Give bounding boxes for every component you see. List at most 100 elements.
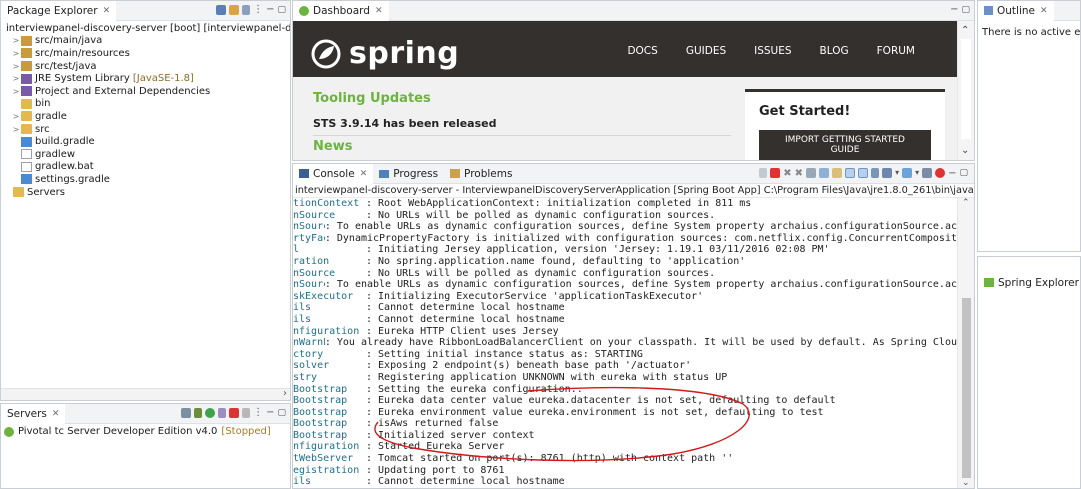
chevron-right-icon[interactable]: > bbox=[11, 49, 21, 58]
chevron-right-icon[interactable]: > bbox=[11, 74, 21, 83]
tree-item-label: src bbox=[35, 123, 50, 135]
tree-item[interactable]: > gradle bbox=[1, 110, 290, 123]
dashboard-vertical-scrollbar[interactable]: ⌃ ⌄ bbox=[957, 21, 974, 160]
tab-dashboard[interactable]: Dashboard ✕ bbox=[293, 1, 389, 21]
dashboard-tabbar: Dashboard ✕ − ▢ bbox=[293, 1, 974, 21]
chevron-right-icon[interactable]: > bbox=[11, 87, 21, 96]
start-server-icon[interactable] bbox=[205, 407, 216, 418]
view-menu-icon[interactable]: ⋮ bbox=[253, 407, 263, 418]
source-folder-icon bbox=[21, 61, 32, 72]
close-icon[interactable]: ✕ bbox=[375, 6, 383, 16]
chevron-right-icon[interactable]: > bbox=[11, 36, 21, 45]
maximize-icon[interactable]: ▢ bbox=[277, 408, 286, 418]
collapse-all-icon[interactable] bbox=[216, 4, 227, 15]
view-menu-icon[interactable]: ⋮ bbox=[253, 4, 263, 15]
gradle-file-icon bbox=[21, 136, 32, 147]
import-guide-button[interactable]: IMPORT GETTING STARTED GUIDE bbox=[759, 130, 931, 160]
servers-folder-icon bbox=[13, 187, 24, 198]
red-annotation-ellipse bbox=[374, 386, 750, 462]
tc-server-icon bbox=[4, 426, 14, 437]
get-started-heading: Get Started! bbox=[759, 104, 851, 119]
console-panel: Console ✕ Progress Problems ✖ ✖ ▾ ▾ − ▢ … bbox=[292, 163, 975, 489]
profile-server-icon[interactable] bbox=[218, 407, 227, 418]
tab-spring-explorer-label: Spring Explorer bbox=[998, 276, 1079, 289]
tab-spring-explorer[interactable]: Spring Explorer ✕ bbox=[978, 272, 1080, 293]
tree-item[interactable]: > src bbox=[1, 123, 290, 136]
horizontal-scrollbar[interactable]: › bbox=[1, 388, 290, 400]
tree-item[interactable]: build.gradle bbox=[1, 135, 290, 148]
chevron-right-icon[interactable]: > bbox=[11, 62, 21, 71]
spring-leaf-icon bbox=[299, 5, 309, 16]
maximize-icon[interactable]: ▢ bbox=[277, 5, 286, 15]
scroll-down-arrow-icon[interactable]: ⌄ bbox=[961, 145, 969, 156]
publish-icon[interactable] bbox=[242, 407, 251, 418]
minimize-icon[interactable]: − bbox=[266, 407, 274, 418]
maximize-icon[interactable]: ▢ bbox=[961, 5, 970, 15]
server-status: [Stopped] bbox=[221, 426, 271, 437]
tree-item-decoration: [JavaSE-1.8] bbox=[132, 73, 194, 85]
tree-item[interactable]: gradlew bbox=[1, 148, 290, 161]
tree-item-label: JRE System Library bbox=[35, 73, 130, 85]
tree-item-label: src/test/java bbox=[35, 60, 97, 72]
tree-item[interactable]: > src/test/java bbox=[1, 60, 290, 73]
focus-icon[interactable] bbox=[242, 4, 251, 15]
news-heading: News bbox=[313, 139, 353, 154]
gradle-file-icon bbox=[21, 174, 32, 185]
dashboard-body: Tooling Updates STS 3.9.14 has been rele… bbox=[293, 77, 957, 160]
tab-package-explorer[interactable]: Package Explorer ✕ bbox=[1, 1, 117, 21]
tab-servers[interactable]: Servers ✕ bbox=[1, 404, 66, 424]
spring-header: spring DOCS GUIDES ISSUES BLOG FORUM bbox=[293, 21, 957, 77]
tree-item-label: src/main/java bbox=[35, 35, 103, 47]
debug-server-icon[interactable] bbox=[194, 407, 203, 418]
spring-explorer-panel: Spring Explorer ✕ bbox=[977, 256, 1081, 489]
nav-blog[interactable]: BLOG bbox=[820, 45, 849, 57]
tree-item[interactable]: gradlew.bat bbox=[1, 161, 290, 174]
tree-item-label: src/main/resources bbox=[35, 47, 130, 59]
link-with-editor-icon[interactable] bbox=[229, 4, 240, 15]
tree-item[interactable]: bin bbox=[1, 98, 290, 111]
new-server-icon[interactable] bbox=[181, 407, 192, 418]
tree-item[interactable]: > src/main/java bbox=[1, 35, 290, 48]
nav-issues[interactable]: ISSUES bbox=[754, 45, 791, 57]
tree-item[interactable]: Servers bbox=[1, 186, 290, 199]
nav-forum[interactable]: FORUM bbox=[877, 45, 915, 57]
scroll-up-arrow-icon[interactable]: ⌃ bbox=[961, 25, 969, 36]
tree-item-label: bin bbox=[35, 98, 51, 110]
file-icon bbox=[21, 149, 32, 160]
nav-guides[interactable]: GUIDES bbox=[686, 45, 726, 57]
file-icon bbox=[21, 161, 32, 172]
scroll-thumb[interactable] bbox=[961, 39, 971, 139]
spring-nav: DOCS GUIDES ISSUES BLOG FORUM bbox=[627, 45, 915, 57]
scroll-right-arrow-icon[interactable]: › bbox=[283, 388, 287, 399]
outline-panel: Outline ✕ There is no active edito bbox=[977, 0, 1081, 252]
tree-item[interactable]: interviewpanel-discovery-server [boot] [… bbox=[1, 22, 290, 35]
tree-item[interactable]: > src/main/resources bbox=[1, 47, 290, 60]
tree-item-label: gradlew bbox=[35, 148, 76, 160]
close-icon[interactable]: ✕ bbox=[52, 409, 60, 419]
tree-item[interactable]: > JRE System Library [JavaSE-1.8] bbox=[1, 72, 290, 85]
stop-server-icon[interactable] bbox=[229, 407, 240, 418]
tree-item[interactable]: > Project and External Dependencies bbox=[1, 85, 290, 98]
tree-item-label: gradle bbox=[35, 110, 67, 122]
tree-item-label: interviewpanel-discovery-server [boot] [… bbox=[6, 22, 291, 34]
tree-item[interactable]: settings.gradle bbox=[1, 173, 290, 186]
tree-item-label: Project and External Dependencies bbox=[35, 85, 211, 97]
server-list-item[interactable]: Pivotal tc Server Developer Edition v4.0… bbox=[4, 426, 271, 437]
get-started-box: Get Started! IMPORT GETTING STARTED GUID… bbox=[745, 89, 945, 160]
import-guide-button-label: IMPORT GETTING STARTED GUIDE bbox=[785, 135, 905, 155]
tab-outline[interactable]: Outline ✕ bbox=[978, 1, 1054, 21]
minimize-icon[interactable]: − bbox=[266, 4, 274, 15]
minimize-icon[interactable]: − bbox=[950, 4, 958, 15]
chevron-right-icon[interactable]: > bbox=[11, 125, 21, 134]
close-icon[interactable]: ✕ bbox=[1040, 6, 1048, 16]
chevron-right-icon[interactable]: > bbox=[11, 112, 21, 121]
nav-docs[interactable]: DOCS bbox=[627, 45, 657, 57]
outline-tabbar: Outline ✕ bbox=[978, 1, 1080, 21]
tooling-item-link[interactable]: STS 3.9.14 has been released bbox=[313, 117, 497, 130]
tree-item-label: gradlew.bat bbox=[35, 161, 94, 173]
spring-explorer-tabbar: Spring Explorer ✕ bbox=[978, 272, 1080, 293]
tree-item-label: Servers bbox=[27, 186, 66, 198]
folder-icon bbox=[21, 98, 32, 109]
close-icon[interactable]: ✕ bbox=[103, 6, 111, 16]
spring-logo[interactable]: spring bbox=[311, 36, 459, 71]
